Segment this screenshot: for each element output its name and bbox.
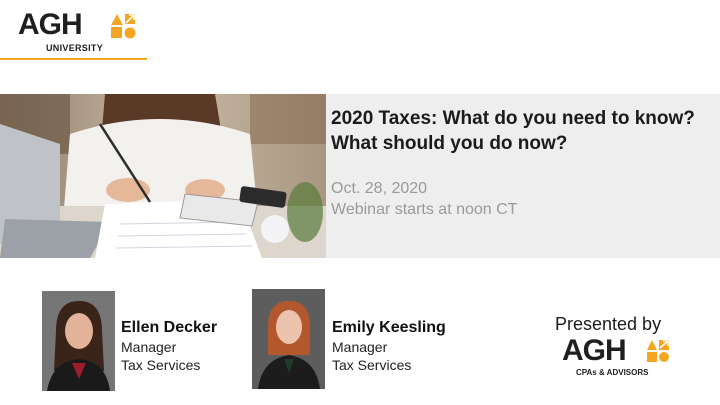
webinar-title-slide: AGH UNIVERSITY 2020 Taxes: What do you n… bbox=[0, 0, 720, 405]
speaker-department: Tax Services bbox=[332, 357, 412, 373]
presented-by-label: Presented by bbox=[555, 314, 662, 334]
header-divider bbox=[0, 58, 147, 60]
logo-tagline: CPAs & ADVISORS bbox=[576, 368, 649, 377]
logo-mark-text: AGH bbox=[18, 8, 83, 41]
logo-shapes-icon bbox=[647, 340, 669, 362]
agh-university-logo: AGH UNIVERSITY bbox=[18, 10, 138, 54]
speaker-role: Manager bbox=[121, 339, 177, 355]
webinar-title: 2020 Taxes: What do you need to know? Wh… bbox=[331, 108, 695, 154]
agh-cpas-logo: AGH CPAs & ADVISORS bbox=[562, 336, 674, 380]
logo-university-text: UNIVERSITY bbox=[46, 43, 104, 53]
logo-shapes-icon bbox=[111, 14, 136, 39]
speaker-department: Tax Services bbox=[121, 357, 201, 373]
speaker-photo-ellen bbox=[42, 291, 115, 391]
logo-mark-text: AGH bbox=[562, 334, 627, 367]
speaker-role: Manager bbox=[332, 339, 388, 355]
tax-preparation-photo bbox=[0, 94, 326, 258]
webinar-start-time: Webinar starts at noon CT bbox=[331, 201, 518, 218]
webinar-date: Oct. 28, 2020 bbox=[331, 180, 428, 197]
speaker-name: Emily Keesling bbox=[332, 319, 446, 336]
speaker-photo-emily bbox=[252, 289, 325, 389]
speaker-name: Ellen Decker bbox=[121, 319, 218, 336]
